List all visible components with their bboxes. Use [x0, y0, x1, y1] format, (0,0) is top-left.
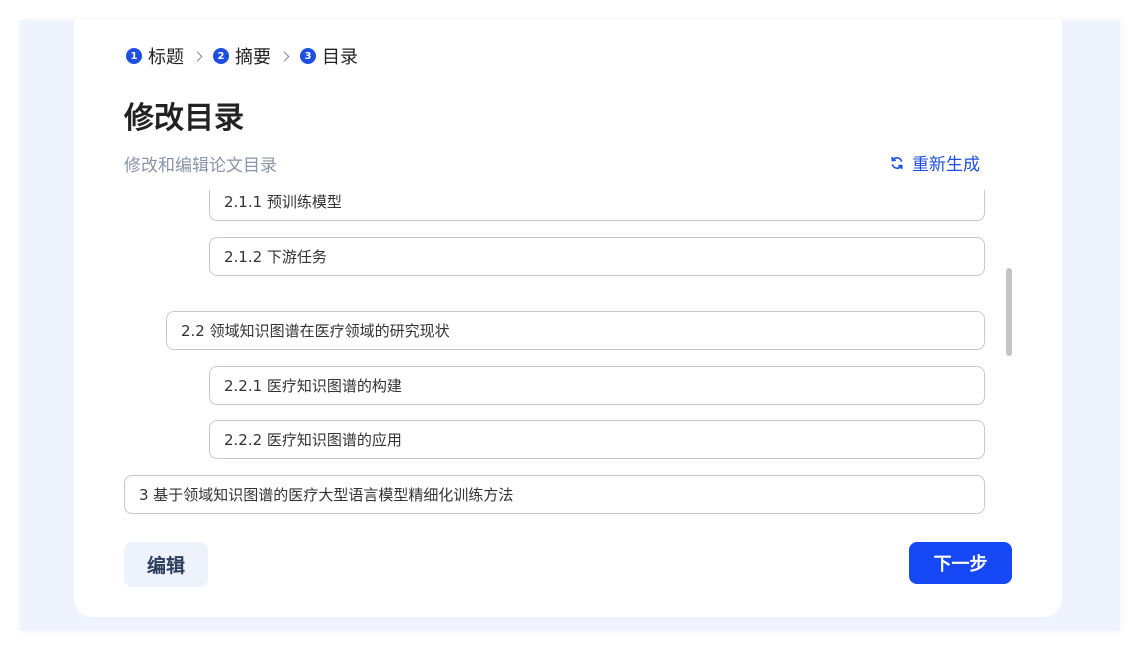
- edit-button[interactable]: 编辑: [124, 542, 208, 587]
- refresh-icon: [891, 156, 903, 169]
- step-label: 目录: [322, 47, 358, 68]
- chevron-right-icon: [192, 51, 203, 61]
- toc-item[interactable]: 3 基于领域知识图谱的医疗大型语言模型精细化训练方法: [124, 475, 985, 514]
- toc-item[interactable]: 2.1.2 下游任务: [209, 237, 985, 276]
- toc-item[interactable]: 2.2.2 医疗知识图谱的应用: [209, 420, 985, 459]
- step-3[interactable]: 3 目录: [300, 43, 358, 69]
- toc-list[interactable]: 2.1.1 预训练模型 2.1.2 下游任务 2.2 领域知识图谱在医疗领域的研…: [124, 190, 1010, 522]
- chevron-right-icon: [279, 51, 290, 61]
- toc-item[interactable]: 2.1.1 预训练模型: [209, 190, 985, 221]
- step-number: 2: [213, 48, 229, 64]
- dialog-card: 1 标题 2 摘要 3 目录 修改目录 修改和编辑论文目录 重新生成 2.1.1…: [74, 20, 1062, 617]
- step-number: 3: [300, 48, 316, 64]
- regenerate-label: 重新生成: [912, 155, 980, 175]
- step-1[interactable]: 1 标题: [126, 43, 184, 69]
- step-2[interactable]: 2 摘要: [213, 43, 271, 69]
- toc-item[interactable]: 2.2.1 医疗知识图谱的构建: [209, 366, 985, 405]
- toc-item[interactable]: 2.2 领域知识图谱在医疗领域的研究现状: [166, 311, 985, 350]
- step-breadcrumb: 1 标题 2 摘要 3 目录: [126, 43, 358, 69]
- page-title: 修改目录: [124, 101, 244, 136]
- regenerate-button[interactable]: 重新生成: [890, 150, 980, 175]
- next-step-button[interactable]: 下一步: [909, 542, 1012, 584]
- toc-scrollbar[interactable]: [1006, 268, 1012, 356]
- step-label: 摘要: [235, 47, 271, 68]
- step-label: 标题: [148, 47, 184, 68]
- step-number: 1: [126, 48, 142, 64]
- page-subtitle: 修改和编辑论文目录: [124, 156, 277, 176]
